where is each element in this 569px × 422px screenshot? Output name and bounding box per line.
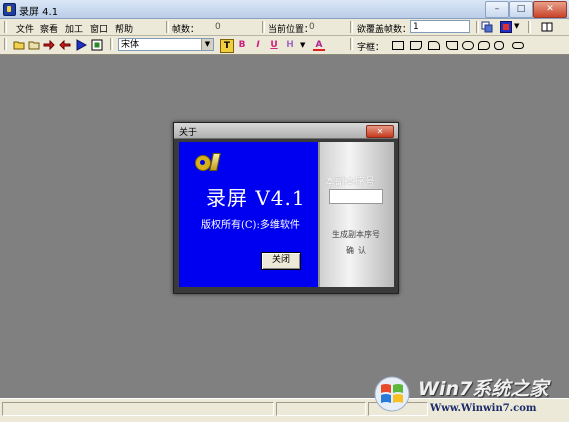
menu-window[interactable]: 窗口 bbox=[90, 22, 108, 35]
open-folder-icon[interactable] bbox=[13, 39, 25, 51]
play-icon[interactable] bbox=[75, 39, 87, 51]
bubble-shape-icon[interactable] bbox=[478, 41, 490, 50]
dialog-title: 关于 bbox=[179, 128, 198, 138]
title-bar[interactable]: 录屏 4.1 – □ ✕ bbox=[0, 0, 569, 19]
underline-button[interactable]: U bbox=[268, 39, 280, 51]
dialog-close-icon[interactable]: ✕ bbox=[366, 125, 394, 138]
app-name: 录屏 V4.1 bbox=[206, 186, 306, 210]
copyright-text: 版权所有(C):多维软件 bbox=[201, 220, 300, 231]
text-color-button[interactable]: A bbox=[313, 39, 325, 51]
font-select[interactable]: 宋体 ▼ bbox=[118, 38, 214, 51]
speech-shape-icon[interactable] bbox=[494, 41, 504, 50]
callout-left-shape-icon[interactable] bbox=[446, 41, 458, 50]
separator bbox=[350, 21, 353, 33]
arrow-right-icon[interactable] bbox=[43, 39, 55, 51]
rect-shape-icon[interactable] bbox=[392, 41, 404, 50]
dropdown-arrow-icon[interactable]: ▼ bbox=[300, 41, 305, 49]
highlight-icon[interactable]: H bbox=[284, 39, 296, 51]
app-icon bbox=[3, 3, 16, 16]
minimize-button[interactable]: – bbox=[485, 1, 509, 18]
watermark-brand: Win7系统之家 bbox=[418, 378, 549, 400]
separator bbox=[476, 21, 479, 33]
split-icon[interactable] bbox=[541, 21, 553, 33]
frames-value: 0 bbox=[215, 22, 221, 32]
serial-input[interactable] bbox=[329, 189, 383, 204]
cover-frames-label: 欲覆盖帧数： bbox=[357, 25, 412, 35]
menu-help[interactable]: 帮助 bbox=[115, 22, 133, 35]
separator bbox=[166, 21, 169, 33]
watermark-url: Www.Winwin7.com bbox=[430, 403, 537, 414]
menu-info-bar: 文件 察看 加工 窗口 帮助 帧数： 0 当前位置： 0 欲覆盖帧数： 1 ▼ bbox=[0, 19, 569, 36]
bold-button[interactable]: B bbox=[236, 39, 248, 51]
overlay-icon[interactable] bbox=[481, 21, 493, 33]
position-value: 0 bbox=[309, 22, 315, 32]
dialog-title-bar[interactable]: 关于 ✕ bbox=[174, 123, 398, 139]
font-select-value: 宋体 bbox=[121, 40, 140, 50]
app-window: 录屏 4.1 – □ ✕ 文件 察看 加工 窗口 帮助 帧数： 0 当前位置： … bbox=[0, 0, 569, 422]
separator bbox=[4, 38, 7, 50]
registration-panel: 本副本序号 生成副本序号 确认 bbox=[318, 142, 394, 287]
windows-logo-icon bbox=[374, 376, 410, 412]
status-panel-main bbox=[2, 402, 274, 416]
folder-icon[interactable] bbox=[28, 39, 40, 51]
menu-file[interactable]: 文件 bbox=[16, 22, 34, 35]
confirm-button[interactable]: 确认 bbox=[346, 245, 370, 256]
stop-icon[interactable] bbox=[91, 39, 103, 51]
rounded-shape-icon[interactable] bbox=[462, 41, 474, 50]
separator bbox=[350, 38, 353, 50]
maximize-button[interactable]: □ bbox=[509, 1, 533, 18]
menu-process[interactable]: 加工 bbox=[65, 22, 83, 35]
position-label: 当前位置： bbox=[268, 25, 314, 35]
tab-shape-icon[interactable] bbox=[428, 41, 440, 50]
about-blue-panel: 录屏 V4.1 版权所有(C):多维软件 关闭 bbox=[179, 142, 319, 287]
separator bbox=[528, 21, 531, 33]
close-button[interactable]: 关闭 bbox=[261, 252, 301, 270]
grid-color-icon[interactable] bbox=[500, 21, 512, 33]
generate-serial-button[interactable]: 生成副本序号 bbox=[332, 229, 380, 240]
chevron-down-icon[interactable]: ▼ bbox=[201, 39, 213, 50]
separator bbox=[110, 38, 113, 50]
arrow-left-icon[interactable] bbox=[59, 39, 71, 51]
status-panel-2 bbox=[276, 402, 366, 416]
close-window-button[interactable]: ✕ bbox=[533, 1, 567, 18]
text-tool-icon[interactable]: T bbox=[220, 39, 234, 53]
separator bbox=[262, 21, 265, 33]
cover-frames-input[interactable]: 1 bbox=[410, 20, 470, 33]
italic-button[interactable]: I bbox=[252, 39, 264, 51]
dropdown-arrow-icon[interactable]: ▼ bbox=[514, 22, 519, 30]
frames-label: 帧数： bbox=[172, 25, 200, 35]
callout-shape-icon[interactable] bbox=[410, 41, 422, 50]
about-dialog: 关于 ✕ 录屏 V4.1 版权所有(C):多维软件 关闭 本副本序号 生成副本序… bbox=[173, 122, 399, 294]
menu-view[interactable]: 察看 bbox=[40, 22, 58, 35]
serial-label: 本副本序号 bbox=[325, 177, 375, 188]
shape-label: 字框： bbox=[357, 43, 385, 53]
separator bbox=[4, 21, 7, 33]
app-logo-bar-icon bbox=[209, 153, 221, 171]
oval-shape-icon[interactable] bbox=[512, 42, 524, 49]
window-title: 录屏 4.1 bbox=[19, 7, 59, 18]
toolbar: 宋体 ▼ T B I U H ▼ A 字框： bbox=[0, 36, 569, 55]
